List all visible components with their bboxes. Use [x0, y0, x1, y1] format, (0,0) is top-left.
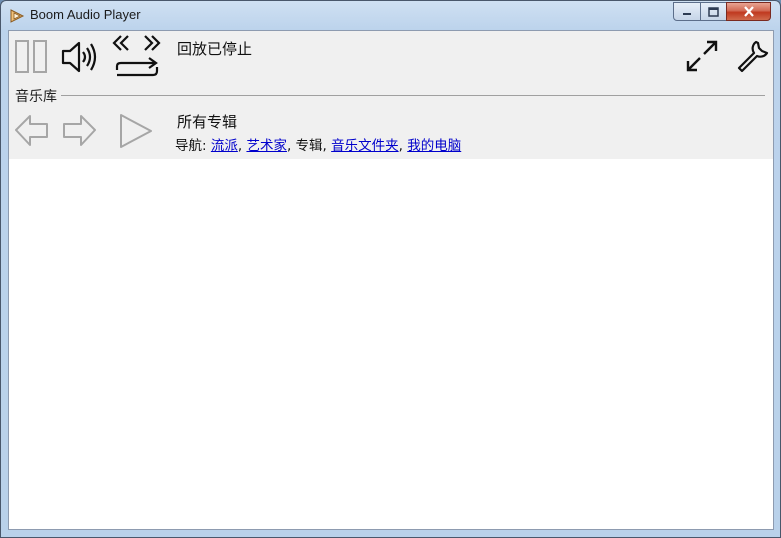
close-button[interactable]: [726, 2, 771, 21]
section-divider: [15, 95, 765, 96]
play-icon[interactable]: [117, 113, 153, 149]
minimize-button[interactable]: [673, 2, 701, 21]
forward-arrow-icon[interactable]: [61, 113, 97, 149]
volume-icon[interactable]: [60, 39, 98, 75]
maximize-button[interactable]: [700, 2, 727, 21]
navigation-breadcrumb: 导航: 流派, 艺术家, 专辑, 音乐文件夹, 我的电脑: [175, 138, 462, 154]
album-title: 所有专辑: [177, 113, 238, 131]
nav-link-music-folder[interactable]: 音乐文件夹: [331, 138, 399, 154]
fullscreen-icon[interactable]: [685, 39, 719, 73]
skip-repeat-icon[interactable]: [109, 33, 165, 79]
title-bar[interactable]: Boom Audio Player: [1, 1, 780, 30]
client-area: 回放已停止 音乐库 所有专辑 导航: 流派, 艺术家, 专辑, 音乐文件夹, 我…: [8, 30, 774, 530]
playback-status: 回放已停止: [177, 40, 253, 58]
minimize-icon: [683, 12, 691, 15]
pause-icon[interactable]: [14, 39, 50, 75]
app-window: Boom Audio Player 回放已停止 音乐库 所有专辑 导航: 流派,…: [0, 0, 781, 538]
nav-link-my-computer[interactable]: 我的电脑: [407, 138, 461, 154]
window-title: Boom Audio Player: [30, 7, 141, 22]
album-list-area[interactable]: [9, 159, 773, 529]
settings-wrench-icon[interactable]: [734, 38, 770, 74]
library-section-label: 音乐库: [15, 86, 61, 106]
close-icon: [743, 6, 754, 17]
back-arrow-icon[interactable]: [14, 113, 50, 149]
app-logo-icon: [10, 9, 25, 23]
player-toolbar: 回放已停止 音乐库 所有专辑 导航: 流派, 艺术家, 专辑, 音乐文件夹, 我…: [9, 31, 773, 159]
nav-link-artist[interactable]: 艺术家: [246, 138, 287, 154]
nav-prefix: 导航:: [175, 138, 207, 154]
nav-current-album: 专辑: [295, 138, 323, 154]
maximize-icon: [708, 6, 719, 17]
nav-link-genre[interactable]: 流派: [211, 138, 238, 154]
